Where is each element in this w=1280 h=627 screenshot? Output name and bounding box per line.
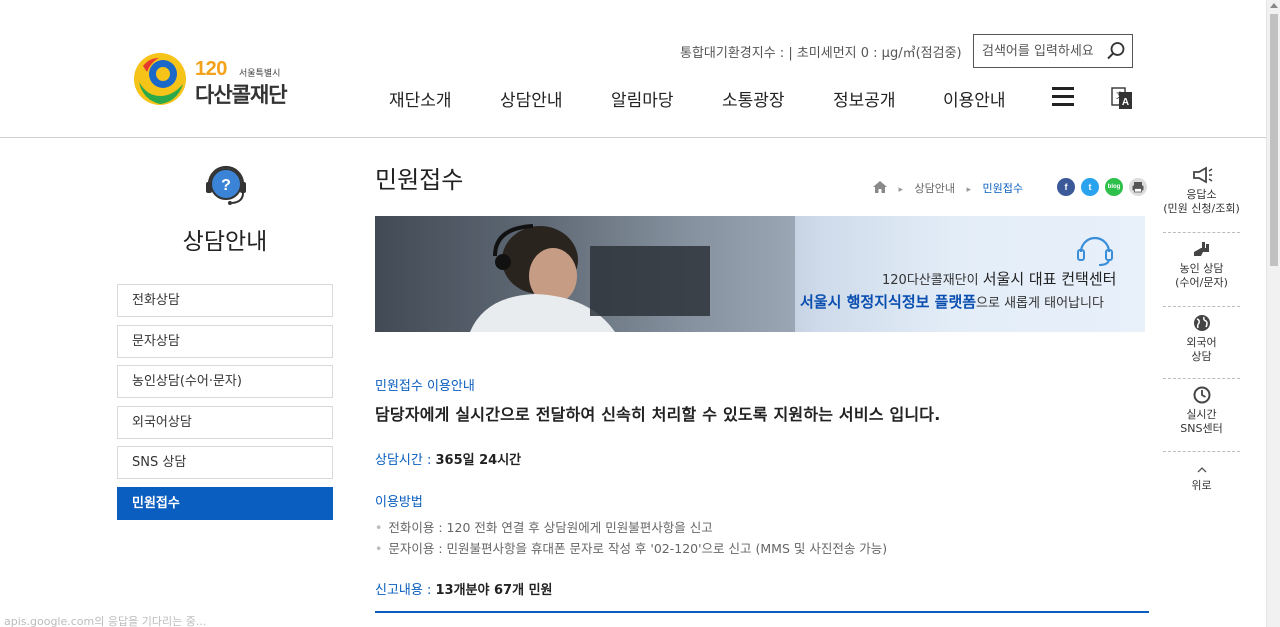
scrollbar-thumb[interactable] [1270,14,1278,266]
logo-number: 120 [195,58,227,80]
quick-divider [1163,232,1240,233]
all-menu-icon[interactable] [1052,87,1074,107]
home-icon[interactable] [873,181,887,193]
method-label: 이용방법 [375,495,423,510]
quick-divider [1163,306,1240,307]
chevron-up-icon [1197,467,1206,473]
scrollbar[interactable] [1266,0,1280,627]
print-icon[interactable] [1129,178,1147,196]
search-icon[interactable] [1106,41,1126,61]
promo-banner: 120다산콜재단이 서울시 대표 컨택센터 서울시 행정지식정보 플랫폼으로 새… [375,216,1145,332]
globe-icon [1193,315,1210,331]
twitter-icon[interactable]: t [1081,178,1099,196]
facebook-icon[interactable]: f [1057,178,1075,196]
banner-line2-emphasis: 서울시 행정지식정보 플랫폼 [800,293,977,311]
svg-text:?: ? [221,177,231,194]
side-nav: 전화상담 문자상담 농인상담(수어·문자) 외국어상담 SNS 상담 민원접수 [117,284,333,527]
search-input[interactable] [982,42,1102,60]
nav-disclosure[interactable]: 정보공개 [833,86,896,111]
quick-foreign[interactable]: 외국어 상담 [1163,314,1240,364]
hours-row: 상담시간 : 365일 24시간 [375,449,521,468]
site-header: 120 서울특별시 다산콜재단 통합대기환경지수 : | 초미세먼지 0 : μ… [0,0,1266,138]
language-icon[interactable]: A 文 [1111,86,1133,110]
breadcrumb-item[interactable]: 상담안내 [915,182,955,195]
megaphone-icon [1192,166,1212,184]
side-item-sms[interactable]: 문자상담 [117,324,333,358]
quick-label: 실시간 [1186,408,1217,421]
breadcrumb-current: 민원접수 [982,182,1024,195]
quick-label: 상담 [1191,350,1212,363]
banner-line2-suffix: 으로 새롭게 태어납니다 [976,296,1104,311]
side-item-deaf[interactable]: 농인상담(수어·문자) [117,365,333,398]
headset-question-icon: ? [206,165,246,205]
quick-label: SNS센터 [1180,422,1223,435]
browser-status-bar: apis.google.com의 응답을 기다리는 중... [0,611,211,627]
method-item: 문자이용 : 민원불편사항을 휴대폰 문자로 작성 후 '02-120'으로 신… [375,538,887,557]
nav-guide[interactable]: 이용안내 [943,86,1006,111]
quick-divider [1163,451,1240,452]
report-row: 신고내용 : 13개분야 67개 민원 [375,579,553,598]
side-item-phone[interactable]: 전화상담 [117,284,333,317]
sign-language-icon [1193,242,1209,256]
banner-line1-prefix: 120다산콜재단이 [882,273,983,288]
banner-line1: 120다산콜재단이 서울시 대표 컨택센터 [882,268,1116,289]
scroll-up-icon[interactable] [1270,3,1278,8]
banner-photo [375,216,795,332]
method-item: 전화이용 : 120 전화 연결 후 상담원에게 민원불편사항을 신고 [375,517,712,536]
banner-headset-icon [1077,236,1113,266]
clock-icon [1193,386,1210,404]
site-logo[interactable]: 120 서울특별시 다산콜재단 [133,52,303,110]
air-quality-info: 통합대기환경지수 : | 초미세먼지 0 : μg/㎥(점검중) [680,46,962,61]
page-title: 민원접수 [375,166,464,194]
nav-community[interactable]: 소통광장 [722,86,785,111]
report-value: 13개분야 67개 민원 [435,583,553,598]
search-box [973,34,1133,68]
guide-label: 민원접수 이용안내 [375,379,475,394]
quick-top[interactable]: 위로 [1163,465,1240,493]
quick-label: 응답소 [1186,188,1217,201]
logo-name: 다산콜재단 [195,83,288,107]
nav-consult[interactable]: 상담안내 [500,86,563,111]
quick-label: 농인 상담 [1179,262,1224,275]
logo-mark-icon [134,53,186,105]
quick-label: (민원 신청/조회) [1163,202,1240,215]
report-label: 신고내용 : [375,583,436,598]
breadcrumb-separator-icon: ▸ [898,185,904,195]
table-top-border [375,611,1149,613]
blog-icon[interactable]: blog [1105,178,1123,196]
side-item-sns[interactable]: SNS 상담 [117,446,333,479]
nav-about[interactable]: 재단소개 [389,86,452,111]
quick-deaf[interactable]: 농인 상담 (수어/문자) [1163,240,1240,290]
side-item-foreign[interactable]: 외국어상담 [117,405,333,439]
quick-label: (수어/문자) [1175,276,1228,289]
quick-label: 위로 [1191,479,1212,492]
quick-label: 외국어 [1186,336,1217,349]
side-item-complaint[interactable]: 민원접수 [117,486,333,520]
lead-text: 담당자에게 실시간으로 전달하여 신속히 처리할 수 있도록 지원하는 서비스 … [375,405,941,424]
banner-line1-emphasis: 서울시 대표 컨택센터 [982,270,1117,288]
logo-city: 서울특별시 [239,69,281,79]
nav-notice[interactable]: 알림마당 [611,86,674,111]
hours-label: 상담시간 : [375,453,436,468]
hours-value: 365일 24시간 [435,453,522,468]
breadcrumb-separator-icon: ▸ [966,185,972,195]
quick-eungdapso[interactable]: 응답소 (민원 신청/조회) [1163,166,1240,216]
quick-divider [1163,378,1240,379]
breadcrumb: ▸ 상담안내 ▸ 민원접수 [873,180,1023,196]
svg-text:文: 文 [1116,90,1124,100]
quick-sns[interactable]: 실시간 SNS센터 [1163,386,1240,436]
side-title: 상담안내 [182,229,268,255]
banner-line2: 서울시 행정지식정보 플랫폼으로 새롭게 태어납니다 [800,291,1104,312]
